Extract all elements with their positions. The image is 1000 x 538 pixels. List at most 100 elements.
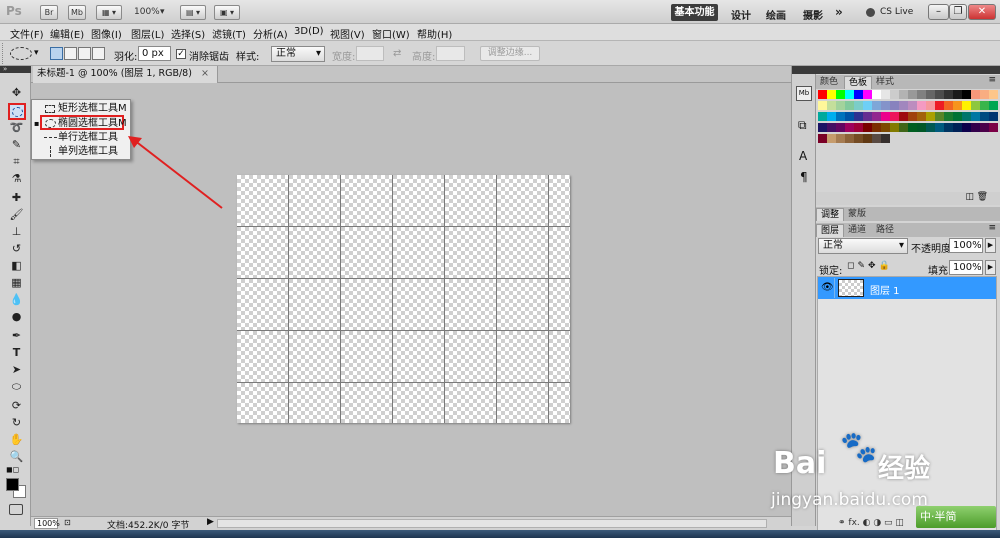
lock-options-icons[interactable]: ◻✎✥🔒 xyxy=(847,261,893,271)
color-swatch[interactable] xyxy=(917,90,926,99)
menu-select[interactable]: 选择(S) xyxy=(171,26,205,41)
color-swatch[interactable] xyxy=(926,123,935,132)
menu-layer[interactable]: 图层(L) xyxy=(131,26,164,41)
color-swatch[interactable] xyxy=(872,134,881,143)
tab-styles[interactable]: 样式 xyxy=(872,76,898,89)
color-swatch[interactable] xyxy=(827,101,836,110)
ime-indicator[interactable]: 中·半简 xyxy=(916,506,996,528)
history-panel-icon[interactable]: ⧉ xyxy=(798,118,807,133)
marquee-tool-highlight[interactable] xyxy=(8,103,26,120)
feather-input[interactable]: 0 px xyxy=(138,46,171,61)
flyout-item-elliptical-marquee[interactable]: ▪ 椭圆选框工具 M xyxy=(32,115,130,130)
tools-panel-header[interactable]: » xyxy=(0,66,31,73)
color-swatch[interactable] xyxy=(926,112,935,121)
height-input[interactable] xyxy=(436,46,465,61)
color-swatch[interactable] xyxy=(926,101,935,110)
color-swatch[interactable] xyxy=(890,90,899,99)
status-zoom-icon[interactable]: ⊡ xyxy=(64,518,71,527)
color-swatch[interactable] xyxy=(827,134,836,143)
dodge-tool-icon[interactable]: ● xyxy=(8,310,25,324)
path-selection-tool-icon[interactable]: ➤ xyxy=(8,363,25,377)
close-tab-icon[interactable]: × xyxy=(201,68,209,79)
color-swatch[interactable] xyxy=(971,123,980,132)
zoom-level[interactable]: 100% xyxy=(134,7,160,17)
color-swatch[interactable] xyxy=(827,90,836,99)
character-panel-icon[interactable]: A xyxy=(799,149,807,163)
color-swatch[interactable] xyxy=(818,112,827,121)
color-swatch[interactable] xyxy=(827,123,836,132)
color-swatch[interactable] xyxy=(872,112,881,121)
color-swatch[interactable] xyxy=(899,101,908,110)
color-swatch[interactable] xyxy=(827,112,836,121)
color-swatch[interactable] xyxy=(908,123,917,132)
color-swatch[interactable] xyxy=(854,134,863,143)
status-zoom-field[interactable]: 100% xyxy=(34,518,60,529)
more-workspaces-button[interactable]: » xyxy=(835,5,843,19)
tab-layers[interactable]: 图层 xyxy=(816,224,845,237)
color-swatch[interactable] xyxy=(881,101,890,110)
lasso-tool-icon[interactable]: ➰ xyxy=(8,121,25,135)
menu-filter[interactable]: 滤镜(T) xyxy=(212,26,246,41)
color-swatch[interactable] xyxy=(971,112,980,121)
color-swatch[interactable] xyxy=(917,112,926,121)
mini-bridge-button[interactable]: Mb xyxy=(68,5,86,20)
crop-tool-icon[interactable]: ⌗ xyxy=(8,155,25,169)
color-swatch[interactable] xyxy=(836,123,845,132)
color-swatch[interactable] xyxy=(953,90,962,99)
color-swatch[interactable] xyxy=(944,90,953,99)
opacity-input[interactable]: 100% xyxy=(949,238,983,253)
color-swatch[interactable] xyxy=(836,101,845,110)
screen-mode-button[interactable]: ▣ ▾ xyxy=(214,5,240,20)
layer-name[interactable]: 图层 1 xyxy=(870,282,900,297)
flyout-item-single-column-marquee[interactable]: 单列选框工具 xyxy=(32,145,130,158)
color-swatch[interactable] xyxy=(989,90,998,99)
color-swatch[interactable] xyxy=(872,101,881,110)
color-swatch[interactable] xyxy=(845,134,854,143)
3d-rotate-tool-icon[interactable]: ⟳ xyxy=(8,399,25,413)
quick-selection-tool-icon[interactable]: ✎ xyxy=(8,138,25,152)
eraser-tool-icon[interactable]: ◧ xyxy=(8,259,25,273)
color-swatch[interactable] xyxy=(944,123,953,132)
color-swatch[interactable] xyxy=(818,123,827,132)
layer-row[interactable]: 👁 图层 1 xyxy=(818,277,996,299)
document-tab[interactable]: 未标题-1 @ 100% (图层 1, RGB/8) × xyxy=(33,66,218,83)
color-swatch[interactable] xyxy=(971,90,980,99)
color-swatch[interactable] xyxy=(935,123,944,132)
color-swatch[interactable] xyxy=(899,112,908,121)
color-swatch[interactable] xyxy=(872,123,881,132)
panel-menu-icon[interactable]: ≡ xyxy=(988,75,996,85)
pen-tool-icon[interactable]: ✒ xyxy=(8,329,25,343)
color-swatch[interactable] xyxy=(980,123,989,132)
new-swatch-icon[interactable]: ◫ xyxy=(965,192,974,202)
color-swatch[interactable] xyxy=(989,123,998,132)
add-to-selection-icon[interactable] xyxy=(64,47,77,60)
color-swatch[interactable] xyxy=(863,90,872,99)
color-swatch[interactable] xyxy=(971,101,980,110)
menu-analysis[interactable]: 分析(A) xyxy=(253,26,288,41)
3d-orbit-tool-icon[interactable]: ↻ xyxy=(8,416,25,430)
color-swatch[interactable] xyxy=(845,90,854,99)
zoom-dropdown-icon[interactable]: ▾ xyxy=(160,7,165,17)
move-tool-icon[interactable]: ✥ xyxy=(8,86,25,100)
color-swatch[interactable] xyxy=(854,112,863,121)
refine-edge-button[interactable]: 调整边缘... xyxy=(480,46,540,61)
style-select[interactable]: 正常 ▾ xyxy=(271,46,325,62)
swap-icon[interactable]: ⇄ xyxy=(393,48,401,59)
foreground-color-swatch[interactable] xyxy=(6,478,19,491)
brush-tool-icon[interactable]: 🖌 xyxy=(8,208,25,222)
status-menu-arrow-icon[interactable]: ▶ xyxy=(207,517,214,527)
color-swatch[interactable] xyxy=(836,112,845,121)
color-swatch[interactable] xyxy=(962,90,971,99)
color-swatch[interactable] xyxy=(926,90,935,99)
color-swatch[interactable] xyxy=(989,112,998,121)
spot-healing-tool-icon[interactable]: ✚ xyxy=(8,191,25,205)
paragraph-panel-icon[interactable]: ¶ xyxy=(800,170,808,184)
color-swatch[interactable] xyxy=(872,90,881,99)
quick-mask-icon[interactable] xyxy=(9,504,23,515)
blend-mode-select[interactable]: 正常 ▾ xyxy=(818,238,908,254)
tab-masks[interactable]: 蒙版 xyxy=(844,208,870,221)
color-swatch[interactable] xyxy=(836,90,845,99)
flyout-item-rectangular-marquee[interactable]: 矩形选框工具 M xyxy=(32,102,130,115)
color-swatch[interactable] xyxy=(818,134,827,143)
color-swatch[interactable] xyxy=(962,123,971,132)
